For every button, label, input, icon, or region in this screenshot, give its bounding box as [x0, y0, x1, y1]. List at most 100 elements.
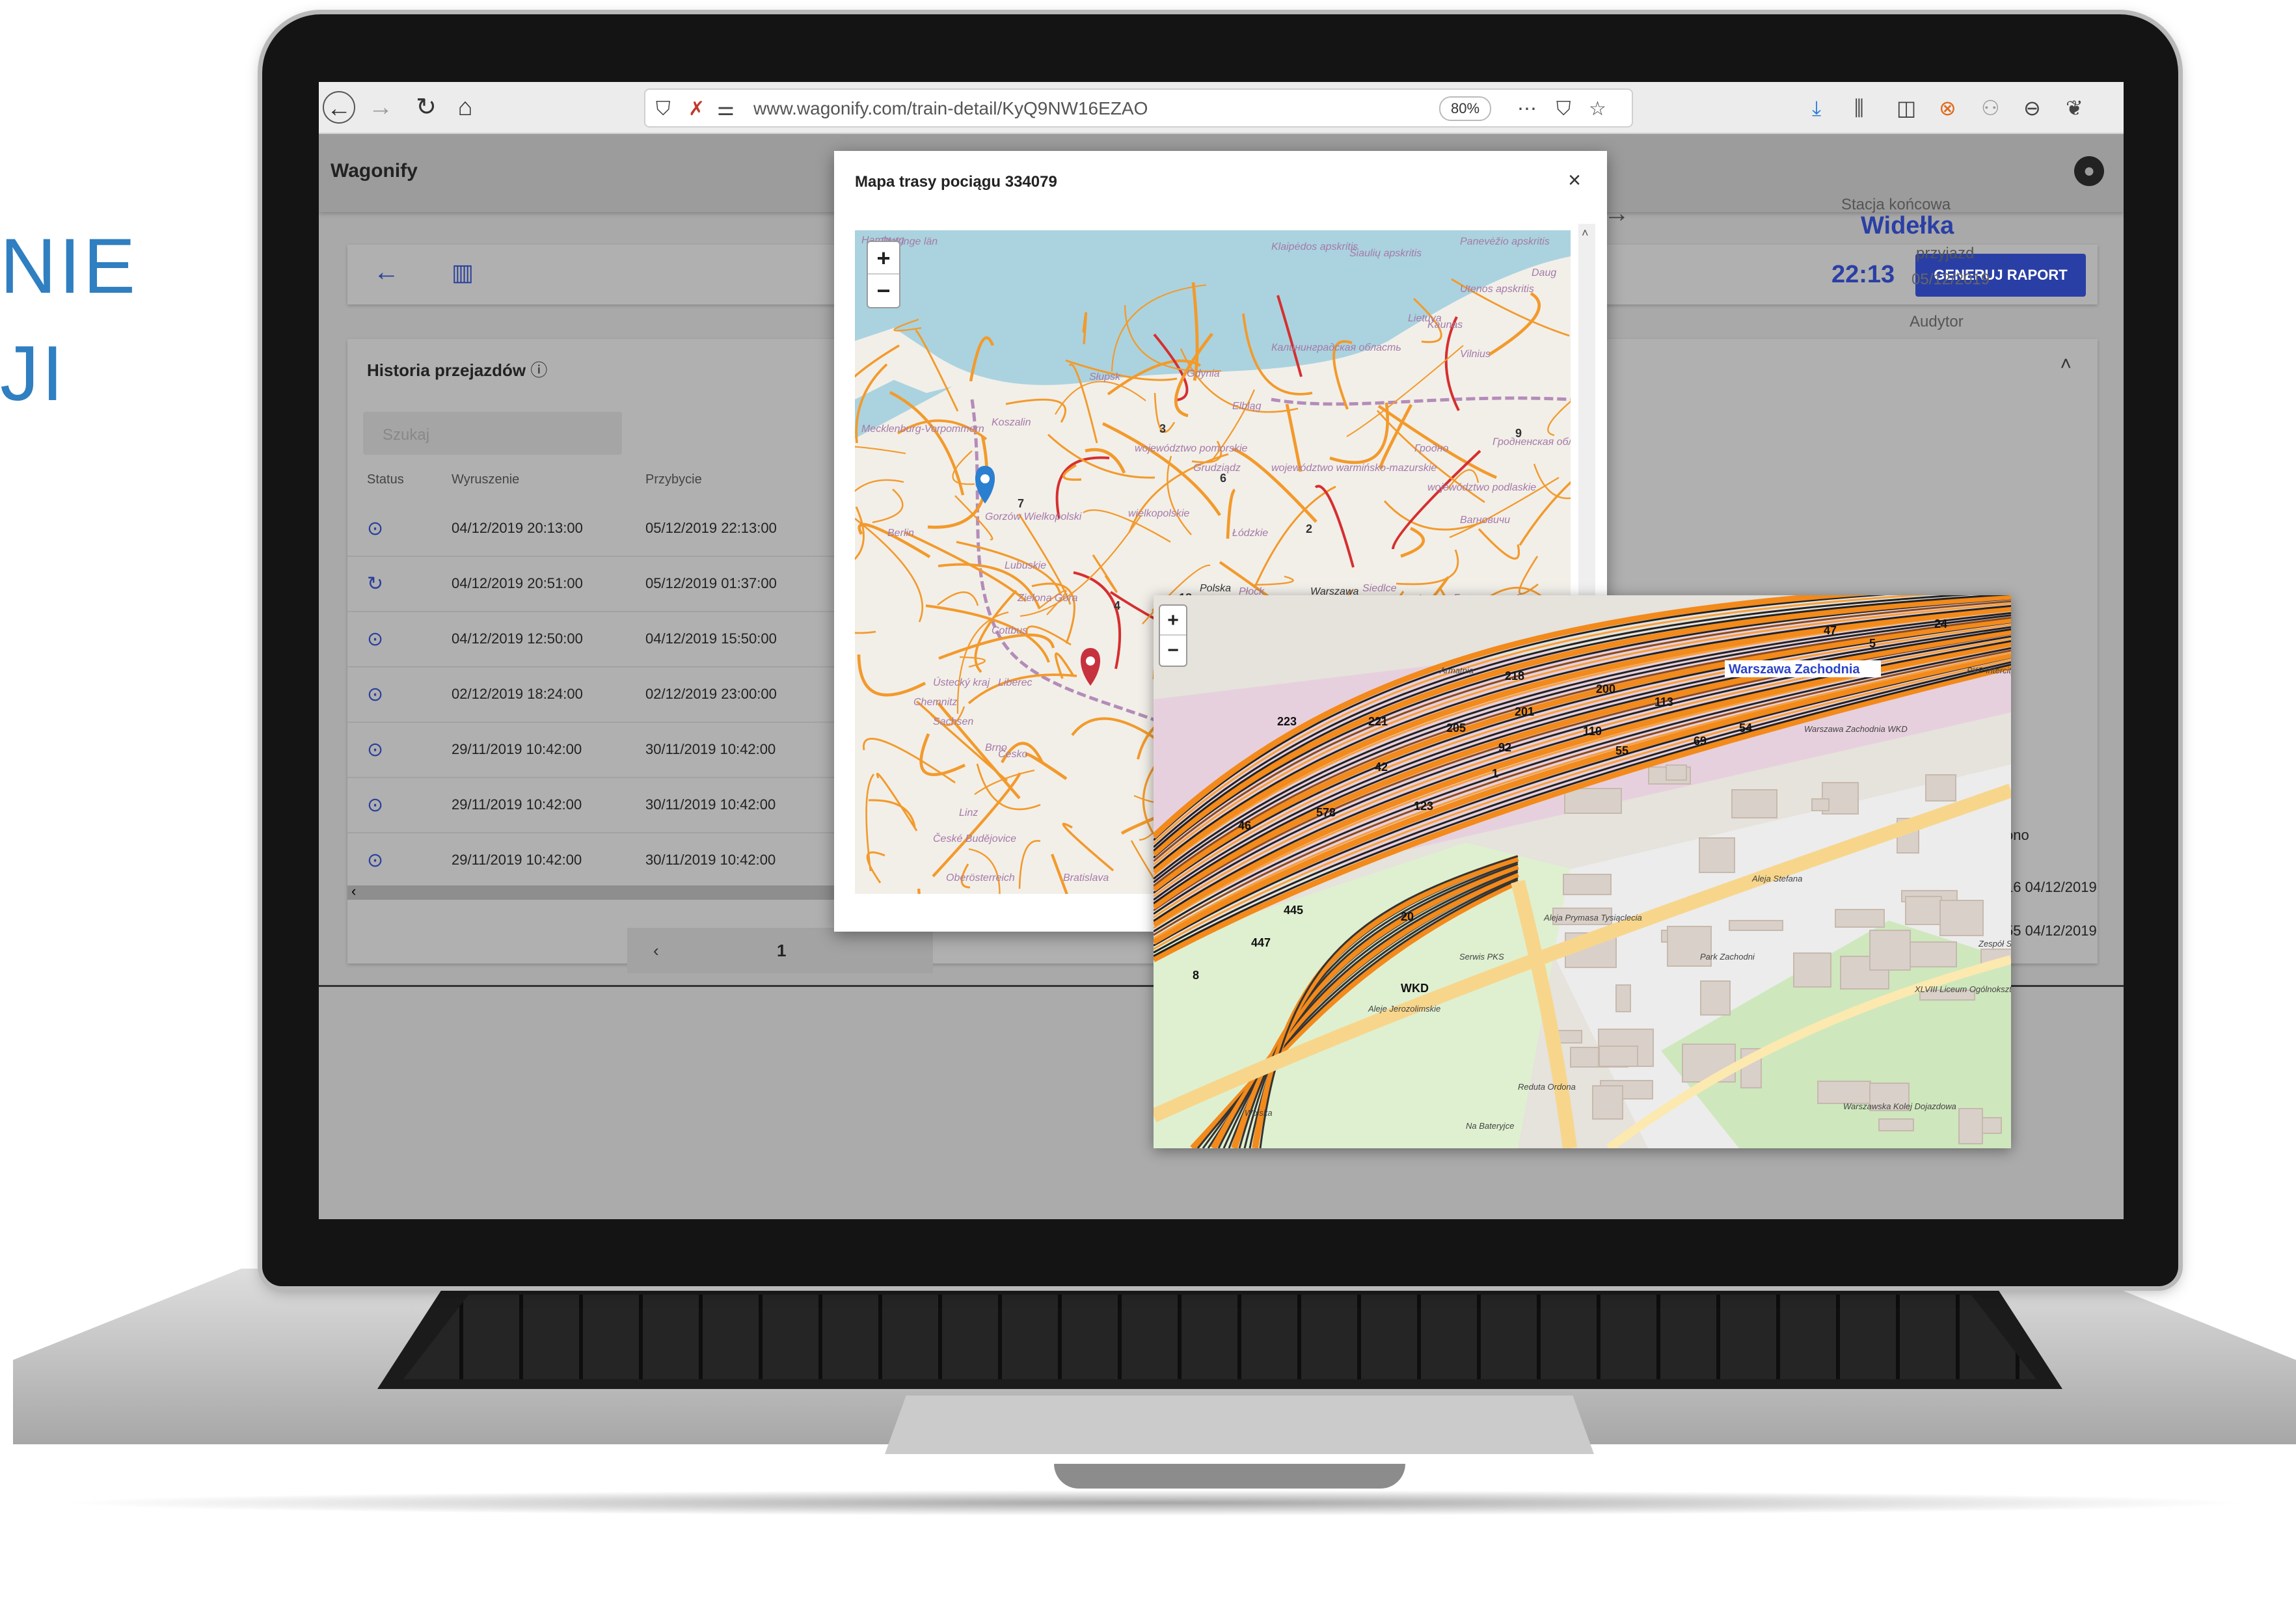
detail-place-label: Armatnia: [1439, 666, 1474, 675]
detail-track-number: 42: [1375, 761, 1388, 774]
right-row-2: 55 04/12/2019: [2005, 923, 2097, 939]
page-number[interactable]: 1: [777, 941, 786, 961]
map-place-label: Utenos apskritis: [1460, 284, 1534, 295]
home-icon[interactable]: ⌂: [449, 91, 481, 124]
status-done-icon: ⊙: [367, 739, 384, 761]
detail-place-label: Aleja Stefana: [1751, 874, 1802, 883]
bird-icon[interactable]: ❦: [2066, 92, 2083, 124]
detail-track-number: 218: [1505, 669, 1524, 682]
account-icon[interactable]: ⊖: [2023, 92, 2041, 124]
building: [1615, 984, 1631, 1012]
table-row[interactable]: ⊙ 04/12/2019 20:13:00 05/12/2019 22:13:00: [347, 502, 881, 557]
download-icon[interactable]: ⤓: [1812, 92, 1821, 124]
pagination: ‹ 1: [627, 928, 933, 973]
map-place-label: Liberec: [998, 677, 1032, 688]
map-icon[interactable]: ▥: [452, 259, 474, 286]
user-account-icon[interactable]: ●: [2074, 156, 2104, 186]
zoom-out-button[interactable]: −: [868, 275, 899, 307]
detail-track-number: 69: [1694, 735, 1707, 748]
detail-map-canvas[interactable]: Warszawa Zachodnia Armatnia Aleje Jerozoli…: [1154, 595, 2011, 1148]
table-row[interactable]: ⊙ 29/11/2019 10:42:00 30/11/2019 10:42:00: [347, 723, 881, 778]
map-place-label: Lubuskie: [1005, 560, 1046, 571]
map-place-label: Gdynia: [1187, 368, 1220, 379]
end-station-panel: → Stacja końcowa Widełka przyjazd 22:13 …: [1555, 147, 2010, 342]
map-place-label: Гродненская область: [1492, 437, 1571, 448]
detail-track-number: 54: [1739, 721, 1752, 735]
sidebar-icon[interactable]: ◫: [1897, 92, 1916, 124]
table-row[interactable]: ⊙ 02/12/2019 18:24:00 02/12/2019 23:00:00: [347, 667, 881, 723]
browser-toolbar: ← → ↻ ⌂ ⛉ ✗ ⚌ www.wagonify.com/train-det…: [319, 82, 2124, 134]
profile-icon[interactable]: ⚇: [1981, 92, 2000, 124]
detail-track-number: 92: [1498, 741, 1511, 754]
detail-track-number: 46: [1238, 819, 1251, 832]
search-input[interactable]: Szukaj: [363, 412, 622, 455]
library-icon[interactable]: ⫼: [1854, 92, 1864, 124]
building: [1869, 930, 1911, 971]
detail-track-number: 447: [1251, 936, 1271, 949]
column-departure[interactable]: Wyruszenie: [452, 472, 519, 487]
detail-zoom-in-button[interactable]: +: [1160, 606, 1186, 636]
extension-icon[interactable]: ⊗: [1939, 92, 1956, 124]
table-row[interactable]: ⊙ 04/12/2019 12:50:00 04/12/2019 15:50:00: [347, 612, 881, 667]
map-place-label: Šiaulių apskritis: [1349, 247, 1422, 259]
detail-zoom-out-button[interactable]: −: [1160, 636, 1186, 666]
track-number-label: 3: [1159, 422, 1166, 435]
chevron-up-icon[interactable]: ˄: [2060, 353, 2072, 375]
departure-cell: 02/12/2019 18:24:00: [452, 686, 583, 702]
star-icon[interactable]: ☆: [1589, 95, 1606, 124]
map-place-label: Vilnius: [1460, 349, 1491, 360]
detail-place-label: XLVIII Liceum Ogólnokształcące im. Edwar…: [1914, 984, 2011, 994]
building: [1905, 896, 1942, 925]
building: [1925, 774, 1956, 802]
more-icon[interactable]: ⋯: [1517, 95, 1537, 124]
detail-place-label: Aleje Jerozolimskie: [1368, 1004, 1440, 1014]
zoom-in-button[interactable]: +: [868, 242, 899, 275]
shield-icon[interactable]: ⛉: [656, 95, 671, 124]
side-heading-line1: NIE: [0, 222, 139, 310]
auditor-label: Audytor: [1910, 313, 1964, 330]
map-place-label: Barнoвичи: [1460, 515, 1510, 526]
detail-track-number: WKD: [1401, 982, 1429, 995]
close-icon[interactable]: ×: [1568, 168, 1581, 193]
table-row[interactable]: ⊙ 29/11/2019 10:42:00 30/11/2019 10:42:00: [347, 833, 881, 889]
arrival-cell: 05/12/2019 22:13:00: [645, 520, 777, 536]
permissions-icon[interactable]: ⚌: [717, 95, 735, 124]
table-row[interactable]: ↻ 04/12/2019 20:51:00 05/12/2019 01:37:00: [347, 557, 881, 612]
info-icon[interactable]: ⓘ: [530, 360, 547, 380]
map-place-label: Гродно: [1414, 443, 1448, 454]
app-title[interactable]: Wagonify: [331, 160, 418, 182]
station-detail-map[interactable]: Warszawa Zachodnia Armatnia Aleje Jerozoli…: [1154, 595, 2011, 1148]
arrival-cell: 04/12/2019 15:50:00: [645, 630, 777, 647]
forward-icon[interactable]: →: [364, 91, 397, 124]
building: [1666, 764, 1687, 781]
building: [1903, 941, 1957, 967]
detail-track-number: 24: [1934, 617, 1947, 630]
track-number-label: 9: [1515, 427, 1522, 440]
map-place-label: Lietuva: [1408, 313, 1442, 324]
map-place-label: Koszalin: [992, 417, 1031, 428]
column-arrival[interactable]: Przybycie: [645, 472, 702, 487]
address-bar[interactable]: ⛉ ✗ ⚌ www.wagonify.com/train-detail/KyQ9…: [644, 88, 1633, 128]
map-place-label: Grudziądz: [1193, 463, 1241, 474]
detail-place-label: Warszawa Zachodnia: [1729, 662, 1860, 677]
map-place-label: województwo warmińsko-mazurskie: [1271, 463, 1437, 474]
column-status[interactable]: Status: [367, 472, 404, 487]
back-arrow-icon[interactable]: ←: [373, 258, 399, 287]
table-row[interactable]: ⊙ 29/11/2019 10:42:00 30/11/2019 10:42:00: [347, 778, 881, 833]
no-camera-icon[interactable]: ✗: [688, 95, 705, 124]
prev-page-button[interactable]: ‹: [653, 941, 659, 961]
map-place-label: Daug: [1532, 267, 1556, 278]
pocket-icon[interactable]: ⛉: [1556, 95, 1571, 124]
horizontal-scrollbar[interactable]: ‹: [347, 883, 881, 900]
back-icon[interactable]: ←: [323, 91, 355, 124]
detail-place-label: Aleja Prymasa Tysiąclecia: [1543, 913, 1642, 923]
building: [1592, 1085, 1623, 1120]
detail-place-label: PKP Intercity: [1967, 666, 2011, 675]
reload-icon[interactable]: ↻: [410, 91, 442, 124]
zoom-level[interactable]: 80%: [1439, 96, 1491, 121]
arrival-cell: 30/11/2019 10:42:00: [645, 741, 776, 757]
url-text[interactable]: www.wagonify.com/train-detail/KyQ9NW16EZ…: [753, 98, 1148, 119]
detail-track-number: 223: [1277, 715, 1297, 728]
detail-track-number: 123: [1414, 800, 1433, 813]
detail-track-number: 200: [1596, 682, 1615, 695]
